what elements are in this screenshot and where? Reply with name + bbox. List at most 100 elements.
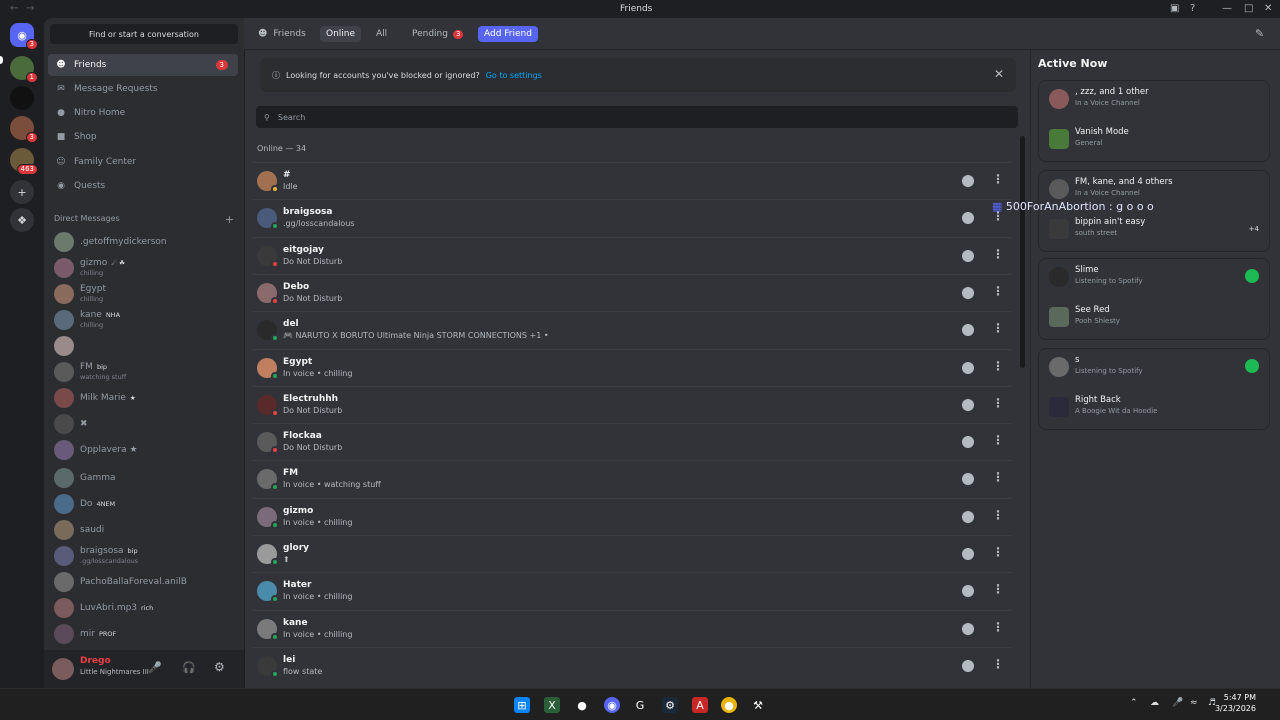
active-now-card[interactable]: , zzz, and 1 other In a Voice Channel Va… <box>1038 80 1270 162</box>
message-bubble-icon[interactable]: . <box>962 473 974 486</box>
chrome-icon[interactable]: ● <box>721 697 737 713</box>
message-bubble-icon[interactable]: . <box>962 585 974 598</box>
browser-icon[interactable]: ● <box>574 697 590 713</box>
friend-row[interactable]: Flockaa Do Not Disturb . ⋮ <box>252 423 1012 460</box>
server-icon[interactable]: 1 <box>10 56 38 83</box>
sidebar-item-nitro[interactable]: ● Nitro Home <box>48 102 238 124</box>
dm-item[interactable]: braigsosa bip .gg/losscandalous <box>52 544 236 568</box>
server-icon[interactable]: 463 <box>10 148 38 175</box>
sidebar-item-friends[interactable]: ☻ Friends 3 <box>48 54 238 76</box>
discord-taskbar-icon[interactable]: ◉ <box>604 697 620 713</box>
find-conversation-button[interactable]: Find or start a conversation <box>50 24 238 44</box>
back-arrow-icon[interactable]: ← <box>10 3 18 14</box>
dm-item[interactable]: Do 4NEM <box>52 492 236 516</box>
add-server-icon[interactable]: + <box>10 180 34 204</box>
search-input[interactable]: ⚲ Search <box>256 106 1018 128</box>
dm-item[interactable]: PachoBallaForeval.anilB <box>52 570 236 594</box>
message-bubble-icon[interactable]: . <box>962 286 974 299</box>
sidebar-item-shop[interactable]: ■ Shop <box>48 126 238 148</box>
message-bubble-icon[interactable]: . <box>962 324 974 337</box>
message-bubble-icon[interactable]: . <box>962 510 974 523</box>
message-bubble-icon[interactable]: . <box>962 659 974 672</box>
friend-row[interactable]: braigsosa .gg/losscandalous . ⋮ <box>252 199 1012 236</box>
help-icon[interactable]: ? <box>1190 3 1195 14</box>
settings-gear-icon[interactable]: ⚙ <box>214 660 225 674</box>
wifi-icon[interactable]: ≈ <box>1190 698 1198 708</box>
dm-item[interactable]: mir PROF <box>52 622 236 646</box>
message-bubble-icon[interactable]: . <box>962 212 974 225</box>
headphones-icon[interactable]: 🎧 <box>182 661 196 674</box>
inbox-icon[interactable]: ▣ <box>1170 3 1179 14</box>
more-vertical-icon[interactable]: ⋮ <box>992 433 1004 447</box>
friend-row[interactable]: Egypt In voice • chilling . ⋮ <box>252 348 1012 386</box>
friend-row[interactable]: FM In voice • watching stuff . ⋮ <box>252 460 1012 497</box>
server-icon[interactable]: 3 <box>10 116 38 143</box>
message-bubble-icon[interactable]: . <box>962 249 974 262</box>
tab-pending[interactable]: Pending 3 <box>406 26 469 42</box>
more-vertical-icon[interactable]: ⋮ <box>992 247 1004 261</box>
more-vertical-icon[interactable]: ⋮ <box>992 545 1004 559</box>
dm-item[interactable]: FM bip watching stuff <box>52 360 236 384</box>
app-tools-icon[interactable]: ⚒ <box>750 697 766 713</box>
cloud-icon[interactable]: ☁ <box>1150 698 1159 708</box>
maximize-icon[interactable]: □ <box>1244 3 1253 14</box>
add-friend-button[interactable]: Add Friend <box>478 26 538 42</box>
dm-item[interactable]: LuvAbri.mp3 rich <box>52 596 236 620</box>
more-vertical-icon[interactable]: ⋮ <box>992 620 1004 634</box>
go-to-settings-link[interactable]: Go to settings <box>486 71 542 80</box>
message-bubble-icon[interactable]: . <box>962 622 974 635</box>
dm-item[interactable]: Gamma <box>52 466 236 490</box>
new-group-dm-icon[interactable]: ✎ <box>1255 27 1264 40</box>
dm-item[interactable]: Opplavera ★ <box>52 438 236 462</box>
message-bubble-icon[interactable]: . <box>962 398 974 411</box>
message-bubble-icon[interactable]: . <box>962 175 974 187</box>
dm-item[interactable]: saudi <box>52 518 236 542</box>
more-vertical-icon[interactable]: ⋮ <box>992 508 1004 522</box>
friend-row[interactable]: glory ⬆ . ⋮ <box>252 535 1012 572</box>
microphone-icon[interactable]: 🎤 <box>148 661 162 674</box>
friend-row[interactable]: Electruhhh Do Not Disturb . ⋮ <box>252 385 1012 423</box>
close-icon[interactable]: ✕ <box>994 67 1004 81</box>
more-vertical-icon[interactable]: ⋮ <box>992 657 1004 671</box>
dm-item[interactable]: Milk Marie ★ <box>52 386 236 410</box>
friend-row[interactable]: del 🎮 NARUTO X BORUTO Ultimate Ninja STO… <box>252 311 1012 348</box>
more-vertical-icon[interactable]: ⋮ <box>992 321 1004 335</box>
friend-row[interactable]: # Idle . ⋮ <box>252 162 1012 199</box>
message-bubble-icon[interactable]: . <box>962 361 974 374</box>
dm-item[interactable] <box>52 334 236 358</box>
create-dm-plus-icon[interactable]: + <box>225 213 234 226</box>
excel-icon[interactable]: X <box>544 697 560 713</box>
active-now-card[interactable]: Slime Listening to Spotify See Red Pooh … <box>1038 258 1270 340</box>
app-a-icon[interactable]: A <box>692 697 708 713</box>
message-bubble-icon[interactable]: . <box>962 548 974 560</box>
friend-row[interactable]: kane In voice • chilling . ⋮ <box>252 609 1012 647</box>
tab-online[interactable]: Online <box>320 26 362 42</box>
chevron-up-icon[interactable]: ⌃ <box>1130 698 1138 708</box>
more-vertical-icon[interactable]: ⋮ <box>992 172 1004 186</box>
message-bubble-icon[interactable]: . <box>962 436 974 449</box>
tab-all[interactable]: All <box>370 26 393 42</box>
dm-item[interactable]: kane NHA chilling <box>52 308 236 332</box>
forward-arrow-icon[interactable]: → <box>26 3 34 14</box>
friend-row[interactable]: Hater In voice • chilling . ⋮ <box>252 572 1012 609</box>
clock[interactable]: 5:47 PM 3/23/2026 <box>1215 692 1256 714</box>
discover-icon[interactable]: ❖ <box>10 208 34 232</box>
dm-item[interactable]: Egypt chilling <box>52 282 236 306</box>
close-window-icon[interactable]: ✕ <box>1264 3 1272 14</box>
dm-item[interactable]: ✖ <box>52 412 236 436</box>
dm-item[interactable]: gizmo ☄ ☘ chilling <box>52 256 236 280</box>
sidebar-item-family-center[interactable]: ☺ Family Center <box>48 151 238 173</box>
sidebar-item-message-requests[interactable]: ✉ Message Requests <box>48 78 238 100</box>
more-vertical-icon[interactable]: ⋮ <box>992 582 1004 596</box>
home-button[interactable]: ◉ 3 <box>10 23 38 50</box>
sidebar-item-quests[interactable]: ◉ Quests <box>48 175 238 197</box>
server-icon[interactable] <box>10 86 34 110</box>
friend-row[interactable]: lei flow state . ⋮ <box>252 646 1012 684</box>
more-vertical-icon[interactable]: ⋮ <box>992 470 1004 484</box>
mic-tray-icon[interactable]: 🎤 <box>1172 698 1183 708</box>
more-vertical-icon[interactable]: ⋮ <box>992 284 1004 298</box>
active-now-card[interactable]: s Listening to Spotify Right Back A Boog… <box>1038 348 1270 430</box>
steam-icon[interactable]: ⚙ <box>662 697 678 713</box>
minimize-icon[interactable]: — <box>1222 3 1232 14</box>
dm-item[interactable]: .getoffmydickerson <box>52 230 236 254</box>
